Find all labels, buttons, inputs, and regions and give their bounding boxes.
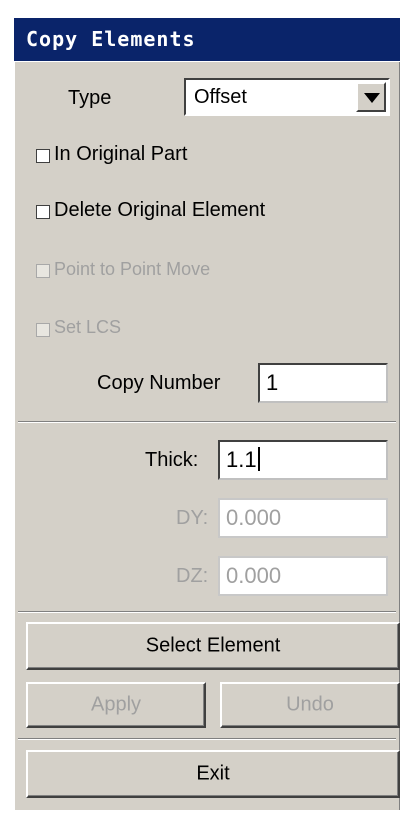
dialog-title: Copy Elements xyxy=(26,27,196,51)
title-bar[interactable]: Copy Elements xyxy=(14,18,400,62)
in-original-part-label[interactable]: In Original Part xyxy=(54,143,187,166)
thick-input[interactable]: 1.1 xyxy=(218,440,388,480)
thick-value: 1.1 xyxy=(226,447,257,472)
type-dropdown-button[interactable] xyxy=(356,82,386,112)
dy-value: 0.000 xyxy=(226,505,282,530)
type-label: Type xyxy=(68,87,112,109)
select-element-label: Select Element xyxy=(145,634,281,657)
select-element-button[interactable]: Select Element xyxy=(26,622,400,670)
point-to-point-move-label: Point to Point Move xyxy=(54,259,211,279)
exit-button[interactable]: Exit xyxy=(26,750,400,798)
in-original-part-checkbox[interactable] xyxy=(36,149,50,163)
apply-button: Apply xyxy=(26,682,206,728)
divider xyxy=(18,738,396,740)
point-to-point-move-checkbox xyxy=(36,264,50,278)
copy-elements-dialog: Copy Elements Type Offset In Original Pa… xyxy=(0,0,404,818)
copy-number-value: 1 xyxy=(266,370,279,395)
exit-label: Exit xyxy=(196,762,230,785)
text-caret xyxy=(257,447,260,471)
thick-label: Thick: xyxy=(145,449,199,471)
copy-number-input[interactable]: 1 xyxy=(258,363,388,403)
delete-original-element-checkbox[interactable] xyxy=(36,205,50,219)
type-select-value: Offset xyxy=(194,86,247,108)
dz-value: 0.000 xyxy=(226,563,282,588)
set-lcs-checkbox xyxy=(36,323,50,337)
dy-input: 0.000 xyxy=(218,498,388,538)
dz-label: DZ: xyxy=(176,565,209,587)
undo-button: Undo xyxy=(220,682,400,728)
dz-input: 0.000 xyxy=(218,556,388,596)
divider xyxy=(18,421,396,423)
divider xyxy=(18,611,396,613)
delete-original-element-label[interactable]: Delete Original Element xyxy=(54,199,265,222)
type-select[interactable]: Offset xyxy=(184,78,390,116)
undo-label: Undo xyxy=(286,693,334,716)
chevron-down-icon xyxy=(364,93,380,103)
apply-label: Apply xyxy=(90,693,142,716)
dy-label: DY: xyxy=(176,507,209,529)
set-lcs-label: Set LCS xyxy=(54,317,122,337)
copy-number-label: Copy Number xyxy=(97,372,221,394)
